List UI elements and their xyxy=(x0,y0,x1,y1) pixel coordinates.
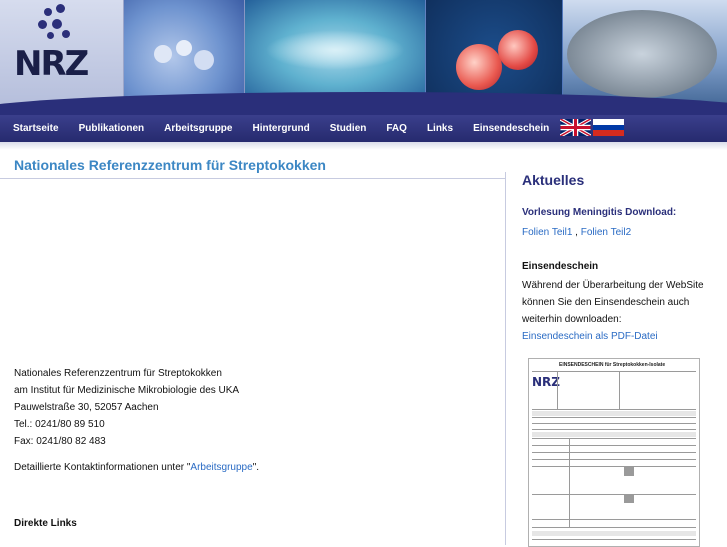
sidebar-heading: Aktuelles xyxy=(522,172,585,188)
direkte-links-heading: Direkte Links xyxy=(14,518,77,529)
logo-dot xyxy=(47,32,54,39)
nav-item-links[interactable]: Links xyxy=(417,115,463,142)
russia-flag-icon[interactable] xyxy=(593,119,624,137)
kontakt-prefix: Detaillierte Kontaktinformationen unter … xyxy=(14,462,191,473)
folien-teil1-link[interactable]: Folien Teil1 xyxy=(522,227,572,238)
nav-item-publikationen[interactable]: Publikationen xyxy=(69,115,155,142)
nav-item-hintergrund[interactable]: Hintergrund xyxy=(242,115,319,142)
logo-dot xyxy=(44,8,52,16)
form-logo: NRZ xyxy=(532,375,560,389)
form-title: EINSENDESCHEIN für Streptokokken-Isolate xyxy=(559,362,666,368)
nav-shadow xyxy=(0,142,727,150)
einsendeschein-heading: Einsendeschein xyxy=(522,261,599,272)
logo-dot xyxy=(62,30,70,38)
einsendeschein-pdf-link[interactable]: Einsendeschein als PDF-Datei xyxy=(522,331,658,342)
einsendeschein-line: können Sie den Einsendeschein auch xyxy=(522,297,690,308)
banner-image-chain xyxy=(245,0,425,104)
logo-dot xyxy=(56,4,65,13)
language-flags xyxy=(560,119,624,137)
nrz-logo[interactable]: NRZ xyxy=(0,0,123,104)
title-divider xyxy=(0,178,505,179)
uk-flag-icon[interactable] xyxy=(560,119,591,136)
folien-separator: , xyxy=(572,227,581,238)
einsendeschein-line: weiterhin downloaden: xyxy=(522,314,622,325)
nav-item-einsendeschein[interactable]: Einsendeschein xyxy=(463,115,559,142)
contact-address: Nationales Referenzzentrum für Streptoko… xyxy=(14,365,239,450)
folien-teil2-link[interactable]: Folien Teil2 xyxy=(581,227,631,238)
vorlesung-heading: Vorlesung Meningitis Download: xyxy=(522,207,677,218)
fax-line: Fax: 0241/80 82 483 xyxy=(14,436,106,447)
arbeitsgruppe-link[interactable]: Arbeitsgruppe xyxy=(190,462,252,473)
address-line: am Institut für Medizinische Mikrobiolog… xyxy=(14,385,240,396)
logo-text: NRZ xyxy=(14,44,89,84)
column-divider xyxy=(505,172,506,545)
nav-item-studien[interactable]: Studien xyxy=(320,115,377,142)
header-banner: NRZ xyxy=(0,0,727,115)
nav-item-startseite[interactable]: Startseite xyxy=(0,115,69,142)
nav-item-arbeitsgruppe[interactable]: Arbeitsgruppe xyxy=(154,115,242,142)
phone-line: Tel.: 0241/80 89 510 xyxy=(14,419,105,430)
main-content: Nationales Referenzzentrum für Streptoko… xyxy=(0,150,505,545)
folien-links: Folien Teil1 , Folien Teil2 xyxy=(522,227,631,238)
logo-dot xyxy=(52,19,62,29)
einsendeschein-thumbnail[interactable]: EINSENDESCHEIN für Streptokokken-Isolate… xyxy=(528,358,700,547)
kontakt-info: Detaillierte Kontaktinformationen unter … xyxy=(14,462,259,473)
address-line: Nationales Referenzzentrum für Streptoko… xyxy=(14,368,222,379)
page-title: Nationales Referenzzentrum für Streptoko… xyxy=(14,157,326,173)
address-line: Pauwelstraße 30, 52057 Aachen xyxy=(14,402,159,413)
banner-image-building xyxy=(563,0,727,104)
banner-image-cells xyxy=(426,0,562,104)
nav-item-faq[interactable]: FAQ xyxy=(376,115,417,142)
kontakt-suffix: ". xyxy=(252,462,260,473)
einsendeschein-line: Während der Überarbeitung der WebSite xyxy=(522,280,704,291)
einsendeschein-text: Während der Überarbeitung der WebSite kö… xyxy=(522,277,717,328)
logo-dot xyxy=(38,20,47,29)
banner-image-cocci xyxy=(124,0,244,104)
